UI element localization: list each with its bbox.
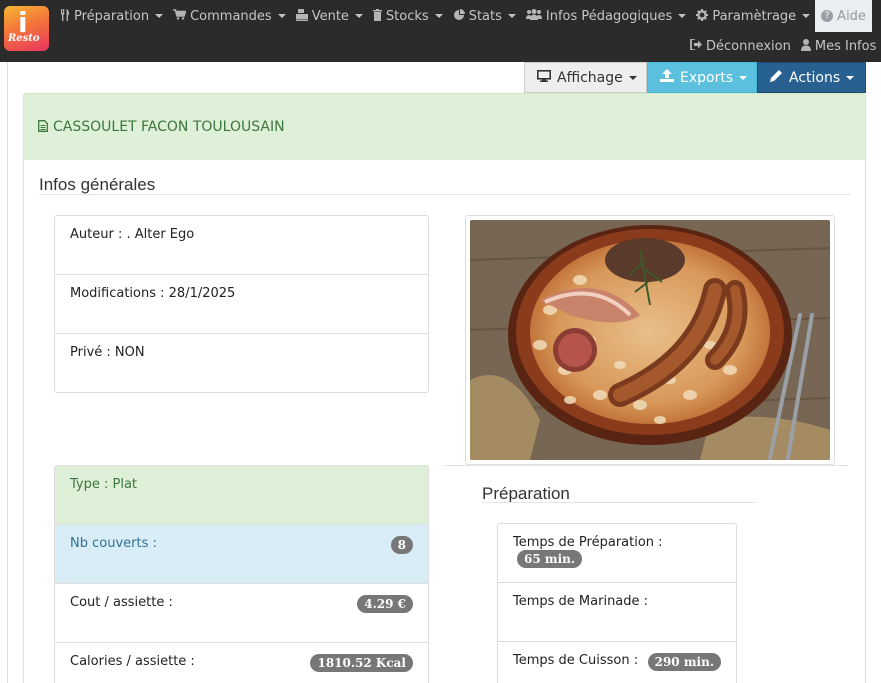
actions-button[interactable]: Actions xyxy=(757,62,866,93)
pencil-icon xyxy=(770,69,783,86)
trash-icon xyxy=(372,8,382,24)
general-info-list: Auteur : . Alter Ego Modifications : 28/… xyxy=(54,215,429,393)
recipe-title: CASSOULET FACON TOULOUSAIN xyxy=(53,119,285,135)
menu-help[interactable]: ? Aide xyxy=(815,0,872,32)
chevron-down-icon xyxy=(277,14,286,18)
chevron-down-icon xyxy=(434,14,443,18)
recipe-heading: CASSOULET FACON TOULOUSAIN xyxy=(24,94,865,160)
general-info-rule xyxy=(39,194,850,195)
menu-infos-pedagogiques[interactable]: Infos Pédagogiques xyxy=(521,0,691,32)
menu-commandes[interactable]: Commandes xyxy=(168,0,291,32)
chevron-down-icon xyxy=(802,14,811,18)
calories-badge: 1810.52 Kcal xyxy=(310,654,413,672)
cook-time-badge: 290 min. xyxy=(647,653,721,671)
menu-parametrage[interactable]: Paramètrage xyxy=(691,0,815,32)
menu-stats[interactable]: Stats xyxy=(448,0,521,32)
recipe-details-list: Type : Plat Nb couverts : 8 Cout / assie… xyxy=(54,465,429,683)
menu-preparation[interactable]: Préparation xyxy=(55,0,168,32)
chevron-down-icon xyxy=(739,75,748,80)
logout-link[interactable]: Déconnexion xyxy=(690,38,791,54)
chevron-down-icon xyxy=(155,14,164,18)
covers-badge: 8 xyxy=(390,536,413,554)
cutlery-icon xyxy=(60,8,70,24)
menu-vente[interactable]: Vente xyxy=(291,0,368,32)
private-item: Privé : NON xyxy=(70,345,145,360)
users-icon xyxy=(525,9,542,23)
prep-time-item: Temps de Préparation :65 min. xyxy=(498,524,736,583)
sign-out-icon xyxy=(690,38,702,53)
left-divider xyxy=(7,62,8,683)
exports-button[interactable]: Exports xyxy=(647,62,757,93)
covers-item: Nb couverts : 8 xyxy=(55,525,428,584)
upload-icon xyxy=(660,69,674,86)
display-button[interactable]: Affichage xyxy=(524,62,647,93)
cost-badge: 4.29 € xyxy=(357,595,413,613)
marinade-time-item: Temps de Marinade : xyxy=(498,583,736,642)
chevron-down-icon xyxy=(354,14,363,18)
chevron-down-icon xyxy=(507,14,516,18)
action-toolbar: Affichage Exports Actions xyxy=(524,62,866,93)
recipe-photo xyxy=(465,215,835,465)
calories-item: Calories / assiette : 1810.52 Kcal xyxy=(55,643,428,683)
menu-stocks[interactable]: Stocks xyxy=(368,0,448,32)
register-icon xyxy=(295,8,308,24)
monitor-icon xyxy=(537,69,551,86)
type-item: Type : Plat xyxy=(55,466,428,525)
chevron-down-icon xyxy=(846,75,855,80)
cassoulet-image xyxy=(470,220,830,460)
cart-icon xyxy=(173,9,187,23)
app-logo[interactable]: i Resto xyxy=(4,6,49,51)
user-icon xyxy=(800,38,811,54)
prep-time-badge: 65 min. xyxy=(517,550,583,568)
photo-rule xyxy=(445,465,848,466)
file-text-icon xyxy=(38,119,48,135)
cost-item: Cout / assiette : 4.29 € xyxy=(55,584,428,643)
author-item: Auteur : . Alter Ego xyxy=(55,216,428,275)
account-link[interactable]: Mes Infos xyxy=(800,38,876,54)
chevron-down-icon xyxy=(678,14,687,18)
question-circle-icon: ? xyxy=(821,10,834,22)
cook-time-item: Temps de Cuisson : 290 min. xyxy=(498,642,736,683)
main-menu: Préparation Commandes Vente Stocks Stats xyxy=(55,0,872,32)
top-navbar: i Resto Préparation Commandes Vente Stoc… xyxy=(0,0,881,62)
preparation-list: Temps de Préparation :65 min. Temps de M… xyxy=(497,523,737,683)
preparation-rule xyxy=(482,502,757,503)
modified-item: Modifications : 28/1/2025 xyxy=(55,275,428,334)
gear-icon xyxy=(696,8,709,24)
general-info-title: Infos générales xyxy=(39,175,156,194)
user-menu: Déconnexion Mes Infos xyxy=(690,32,876,60)
pie-chart-icon xyxy=(453,8,465,24)
chevron-down-icon xyxy=(628,75,637,80)
preparation-title: Préparation xyxy=(482,484,570,503)
